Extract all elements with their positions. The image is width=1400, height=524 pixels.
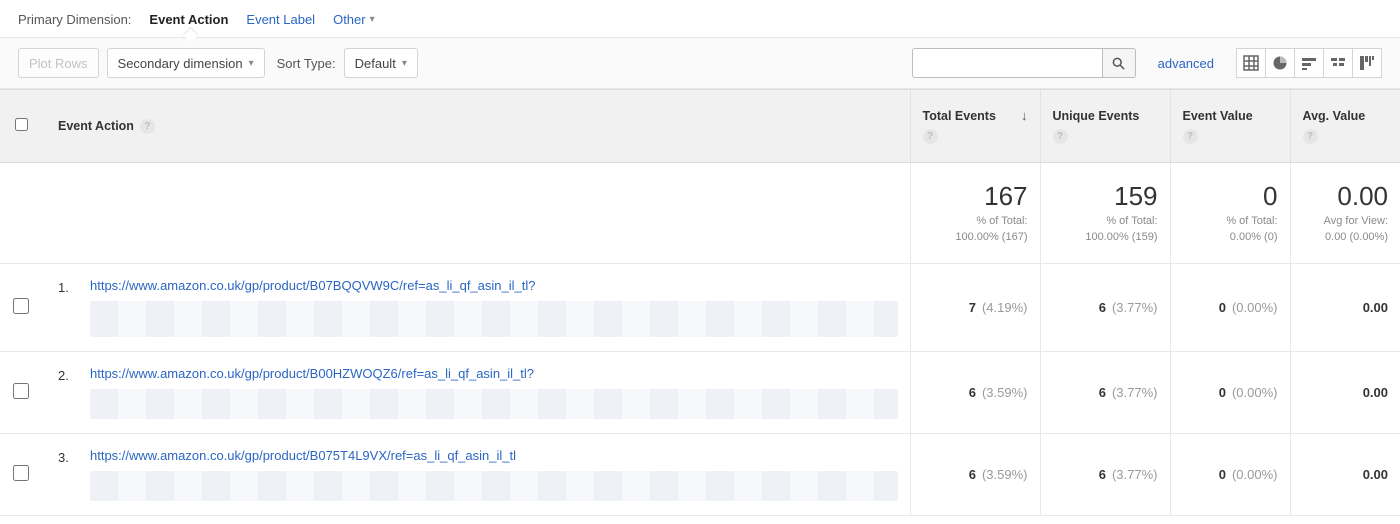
col-total-events-label: Total Events <box>923 109 996 123</box>
event-action-link[interactable]: https://www.amazon.co.uk/gp/product/B07B… <box>90 278 898 293</box>
sort-type-value: Default <box>355 56 396 71</box>
secondary-dimension-dropdown[interactable]: Secondary dimension ▾ <box>107 48 265 78</box>
col-event-value[interactable]: Event Value ? <box>1170 90 1290 163</box>
event-action-link[interactable]: https://www.amazon.co.uk/gp/product/B00H… <box>90 366 898 381</box>
help-icon[interactable]: ? <box>1053 129 1068 144</box>
help-icon[interactable]: ? <box>1303 129 1318 144</box>
cell-unique-events: 6 <box>1088 385 1106 400</box>
advanced-link[interactable]: advanced <box>1158 56 1214 71</box>
redacted-text <box>90 471 898 501</box>
secondary-dimension-label: Secondary dimension <box>118 56 243 71</box>
primary-dimension-active[interactable]: Event Action <box>149 12 228 27</box>
search-box <box>912 48 1136 78</box>
cell-unique-events-pct: (3.77%) <box>1112 467 1158 482</box>
view-table-icon[interactable] <box>1236 48 1266 78</box>
toolbar: Plot Rows Secondary dimension ▾ Sort Typ… <box>0 38 1400 89</box>
cell-total-events-pct: (4.19%) <box>982 300 1028 315</box>
cell-event-value-pct: (0.00%) <box>1232 467 1278 482</box>
plot-rows-button: Plot Rows <box>18 48 99 78</box>
col-total-events[interactable]: Total Events ↓ ? <box>910 90 1040 163</box>
cell-event-value-pct: (0.00%) <box>1232 385 1278 400</box>
cell-total-events: 7 <box>958 300 976 315</box>
view-bar-icon[interactable] <box>1294 48 1324 78</box>
sort-desc-icon: ↓ <box>1021 108 1028 123</box>
primary-dimension-other[interactable]: Other ▾ <box>333 12 375 27</box>
sort-type-dropdown[interactable]: Default ▾ <box>344 48 418 78</box>
row-number: 1. <box>58 278 76 295</box>
summary-avg-value: 0.00 Avg for View: 0.00 (0.00%) <box>1290 163 1400 264</box>
search-icon <box>1111 56 1126 71</box>
select-all-checkbox[interactable] <box>15 118 28 131</box>
summary-event-value: 0 % of Total: 0.00% (0) <box>1170 163 1290 264</box>
search-button[interactable] <box>1102 48 1136 78</box>
cell-avg-value: 0.00 <box>1363 467 1388 482</box>
col-unique-events-label: Unique Events <box>1053 109 1140 123</box>
cell-avg-value: 0.00 <box>1363 300 1388 315</box>
cell-avg-value: 0.00 <box>1363 385 1388 400</box>
col-avg-value[interactable]: Avg. Value ? <box>1290 90 1400 163</box>
data-table: Event Action ? Total Events ↓ ? Unique E… <box>0 89 1400 516</box>
cell-unique-events: 6 <box>1088 467 1106 482</box>
table-header-row: Event Action ? Total Events ↓ ? Unique E… <box>0 90 1400 163</box>
caret-down-icon: ▾ <box>370 14 375 25</box>
cell-total-events-pct: (3.59%) <box>982 385 1028 400</box>
view-comparison-icon[interactable] <box>1323 48 1353 78</box>
row-checkbox[interactable] <box>13 298 29 314</box>
row-number: 2. <box>58 366 76 383</box>
cell-unique-events-pct: (3.77%) <box>1112 385 1158 400</box>
sort-type-label: Sort Type: <box>277 56 336 71</box>
col-avg-value-label: Avg. Value <box>1303 109 1366 123</box>
row-checkbox[interactable] <box>13 465 29 481</box>
redacted-text <box>90 301 898 337</box>
view-pie-icon[interactable] <box>1265 48 1295 78</box>
primary-dimension-event-label[interactable]: Event Label <box>246 12 315 27</box>
redacted-text <box>90 389 898 419</box>
caret-down-icon: ▾ <box>402 58 407 69</box>
cell-event-value: 0 <box>1208 385 1226 400</box>
caret-down-icon: ▾ <box>249 58 254 69</box>
primary-dimension-bar: Primary Dimension: Event Action Event La… <box>0 0 1400 38</box>
row-number: 3. <box>58 448 76 465</box>
event-action-link[interactable]: https://www.amazon.co.uk/gp/product/B075… <box>90 448 898 463</box>
cell-total-events: 6 <box>958 467 976 482</box>
row-checkbox[interactable] <box>13 383 29 399</box>
summary-row: 167 % of Total: 100.00% (167) 159 % of T… <box>0 163 1400 264</box>
view-switcher <box>1236 48 1382 78</box>
cell-event-value-pct: (0.00%) <box>1232 300 1278 315</box>
search-input[interactable] <box>912 48 1102 78</box>
help-icon[interactable]: ? <box>923 129 938 144</box>
primary-dimension-other-label: Other <box>333 12 366 27</box>
cell-total-events: 6 <box>958 385 976 400</box>
summary-total-events: 167 % of Total: 100.00% (167) <box>910 163 1040 264</box>
col-event-value-label: Event Value <box>1183 109 1253 123</box>
table-row: 2. https://www.amazon.co.uk/gp/product/B… <box>0 351 1400 433</box>
col-unique-events[interactable]: Unique Events ? <box>1040 90 1170 163</box>
table-row: 1. https://www.amazon.co.uk/gp/product/B… <box>0 263 1400 351</box>
cell-unique-events-pct: (3.77%) <box>1112 300 1158 315</box>
header-checkbox[interactable] <box>0 90 42 163</box>
table-row: 3. https://www.amazon.co.uk/gp/product/B… <box>0 433 1400 515</box>
primary-dimension-label: Primary Dimension: <box>18 12 131 27</box>
view-pivot-icon[interactable] <box>1352 48 1382 78</box>
cell-total-events-pct: (3.59%) <box>982 467 1028 482</box>
col-event-action[interactable]: Event Action ? <box>46 90 910 163</box>
help-icon[interactable]: ? <box>140 119 155 134</box>
cell-event-value: 0 <box>1208 467 1226 482</box>
cell-event-value: 0 <box>1208 300 1226 315</box>
cell-unique-events: 6 <box>1088 300 1106 315</box>
col-event-action-label: Event Action <box>58 119 134 133</box>
summary-unique-events: 159 % of Total: 100.00% (159) <box>1040 163 1170 264</box>
help-icon[interactable]: ? <box>1183 129 1198 144</box>
